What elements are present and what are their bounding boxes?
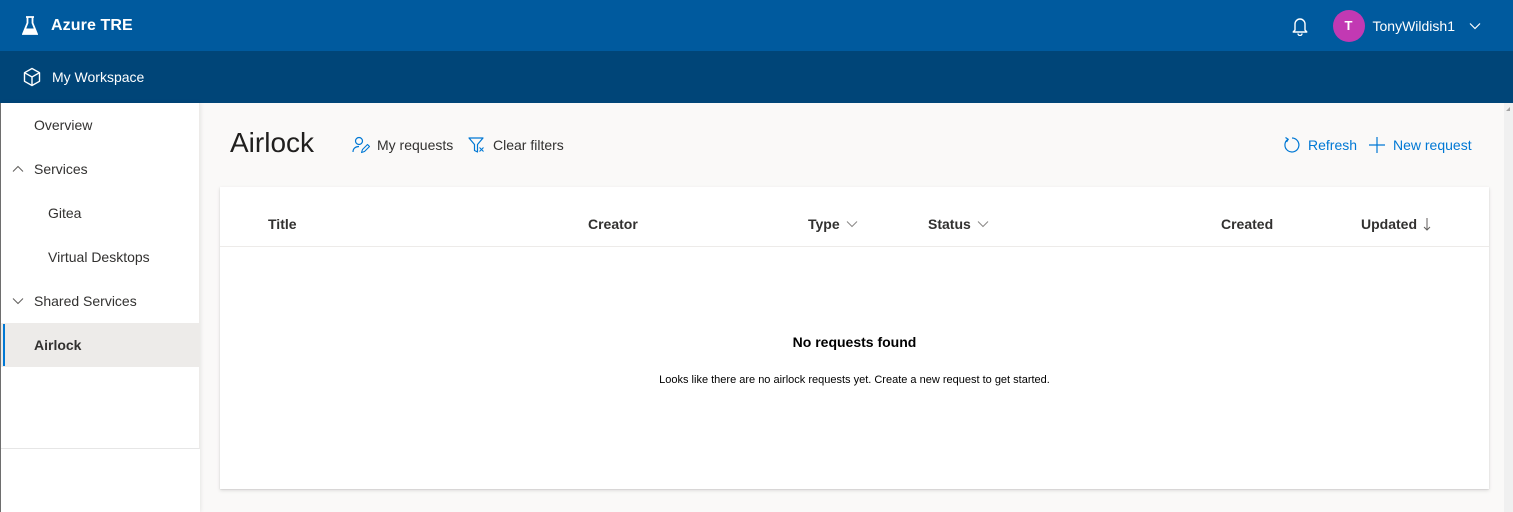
new-request-label: New request (1393, 137, 1472, 153)
sidebar-nav: Overview Services Gitea Virtual Desktops… (0, 103, 200, 512)
column-label: Title (268, 216, 297, 232)
sidebar-item-label: Shared Services (34, 293, 137, 309)
table-header: Title Creator Type Status Created Update… (220, 187, 1489, 247)
sidebar-item-virtual-desktops[interactable]: Virtual Desktops (1, 235, 199, 279)
sidebar-item-label: Services (34, 161, 88, 177)
chevron-down-icon[interactable] (12, 297, 24, 305)
sidebar-item-overview[interactable]: Overview (1, 103, 199, 147)
column-header-type[interactable]: Type (808, 216, 858, 232)
sidebar-item-airlock[interactable]: Airlock (1, 323, 199, 367)
avatar: T (1332, 9, 1365, 42)
vertical-scrollbar[interactable] (1504, 103, 1513, 512)
clear-filters-button[interactable]: Clear filters (468, 135, 564, 155)
workspace-title: My Workspace (52, 69, 145, 85)
refresh-icon (1283, 136, 1301, 154)
brand[interactable]: Azure TRE (22, 15, 133, 36)
sidebar-item-label: Gitea (48, 205, 82, 221)
cube-icon (22, 67, 42, 87)
chevron-down-icon (1469, 22, 1481, 30)
bell-icon[interactable] (1291, 16, 1309, 36)
flask-icon (22, 15, 38, 36)
workspace-bar[interactable]: My Workspace (0, 51, 1513, 103)
app-title: Azure TRE (51, 16, 133, 34)
chevron-down-icon (846, 220, 858, 228)
column-label: Creator (588, 216, 638, 232)
column-header-created[interactable]: Created (1221, 216, 1273, 232)
column-label: Created (1221, 216, 1274, 232)
username: TonyWildish1 (1372, 17, 1455, 34)
column-header-status[interactable]: Status (928, 216, 989, 232)
column-label: Type (808, 216, 840, 232)
refresh-button[interactable]: Refresh (1283, 135, 1357, 155)
new-request-button[interactable]: New request (1368, 135, 1472, 155)
page-title: Airlock (230, 127, 315, 158)
sidebar-item-gitea[interactable]: Gitea (1, 191, 199, 235)
empty-state-title: No requests found (792, 334, 917, 350)
app-header: Azure TRE T TonyWildish1 (0, 0, 1513, 51)
filter-clear-icon (468, 136, 486, 154)
column-label: Updated (1361, 216, 1417, 232)
sidebar-item-label: Virtual Desktops (48, 249, 150, 265)
column-header-updated[interactable]: Updated (1361, 216, 1431, 232)
scroll-up-arrow-icon[interactable] (1506, 107, 1510, 111)
my-requests-label: My requests (377, 137, 454, 153)
plus-icon (1368, 136, 1386, 154)
requests-table: Title Creator Type Status Created Update… (220, 187, 1489, 489)
column-header-creator[interactable]: Creator (588, 216, 638, 232)
column-header-title[interactable]: Title (268, 216, 297, 232)
sidebar-item-shared-services[interactable]: Shared Services (1, 279, 199, 323)
my-requests-button[interactable]: My requests (352, 135, 453, 155)
sidebar-item-label: Airlock (34, 337, 82, 353)
main-content: Airlock My requests Clear filters Refres… (200, 103, 1504, 512)
user-menu[interactable]: T TonyWildish1 (1332, 9, 1481, 42)
refresh-label: Refresh (1308, 137, 1358, 153)
empty-state-message: Looks like there are no airlock requests… (659, 374, 1050, 386)
chevron-up-icon[interactable] (12, 165, 24, 173)
chevron-down-icon (977, 220, 989, 228)
clear-filters-label: Clear filters (493, 137, 564, 153)
person-edit-icon (352, 136, 370, 154)
sidebar-item-label: Overview (34, 117, 93, 133)
sidebar-item-services[interactable]: Services (1, 147, 199, 191)
arrow-down-icon (1423, 217, 1431, 231)
column-label: Status (928, 216, 971, 232)
